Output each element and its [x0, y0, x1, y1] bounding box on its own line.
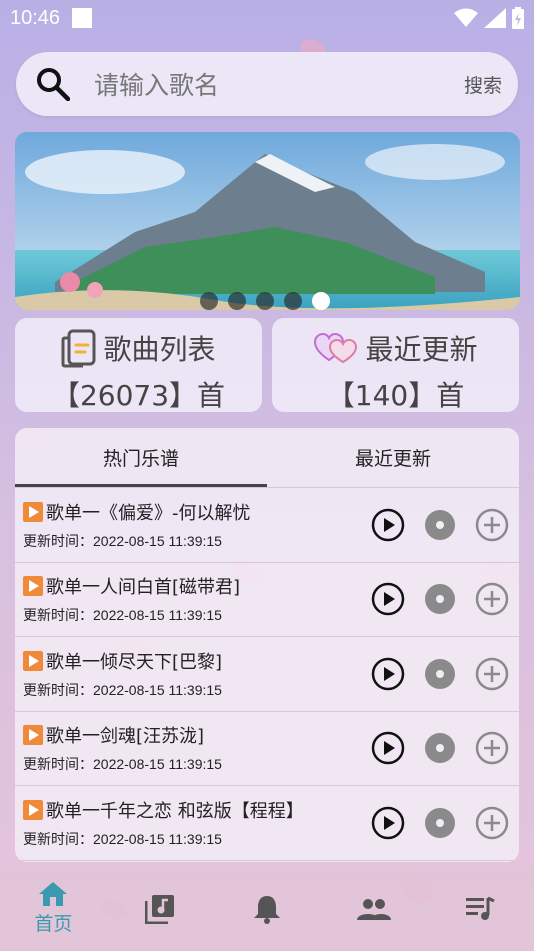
song-list-label: 歌曲列表	[103, 333, 216, 366]
play-tag-icon	[23, 725, 43, 746]
nav-playlist[interactable]	[427, 866, 534, 951]
song-list-count: 【26073】首	[51, 379, 226, 412]
wifi-icon	[454, 8, 478, 27]
tab-bar: 热门乐谱 最近更新	[15, 428, 519, 488]
music-library-icon	[145, 894, 175, 924]
song-title: 歌单一千年之恋 和弦版【程程】	[46, 800, 304, 822]
hearts-icon	[314, 332, 358, 364]
status-bar: 10:46	[0, 0, 534, 36]
banner-carousel[interactable]	[15, 132, 520, 310]
bell-icon	[253, 895, 280, 924]
song-title: 歌单一倾尽天下[巴黎]	[46, 651, 223, 673]
banner-indicator	[200, 292, 330, 310]
recent-update-card[interactable]: 最近更新 【140】首	[272, 318, 519, 412]
play-circle-icon[interactable]	[371, 657, 405, 691]
list-item[interactable]: 歌单一《偏爱》-何以解忧 更新时间：2022-08-15 11:39:15	[15, 488, 519, 563]
song-list-card[interactable]: 歌曲列表 【26073】首	[15, 318, 262, 412]
search-button[interactable]: 搜索	[464, 71, 502, 98]
tab-recent-updates[interactable]: 最近更新	[267, 428, 519, 487]
list-item[interactable]: 歌单一倾尽天下[巴黎] 更新时间：2022-08-15 11:39:15	[15, 637, 519, 712]
disc-icon[interactable]	[423, 731, 457, 765]
play-circle-icon[interactable]	[371, 806, 405, 840]
search-input[interactable]: 请输入歌名	[94, 66, 464, 102]
recent-update-label: 最近更新	[365, 333, 478, 366]
add-circle-icon[interactable]	[475, 731, 509, 765]
home-icon	[39, 882, 68, 906]
disc-icon[interactable]	[423, 657, 457, 691]
add-circle-icon[interactable]	[475, 657, 509, 691]
banner-image	[15, 132, 520, 310]
signal-icon	[484, 8, 506, 28]
banner-dot[interactable]	[284, 292, 302, 310]
play-tag-icon	[23, 799, 43, 820]
add-circle-icon[interactable]	[475, 582, 509, 616]
nav-music-library[interactable]	[107, 866, 214, 951]
play-circle-icon[interactable]	[371, 731, 405, 765]
notification-icon	[72, 8, 93, 28]
score-list-panel: 热门乐谱 最近更新 歌单一《偏爱》-何以解忧 更新时间：2022-08-15 1…	[15, 428, 519, 862]
disc-icon[interactable]	[423, 582, 457, 616]
nav-notifications[interactable]	[214, 866, 321, 951]
play-circle-icon[interactable]	[371, 582, 405, 616]
play-circle-icon[interactable]	[371, 508, 405, 542]
play-tag-icon	[23, 576, 43, 597]
recent-update-count: 【140】首	[326, 379, 465, 412]
search-icon[interactable]	[36, 67, 70, 101]
update-time: 更新时间：2022-08-15 11:39:15	[23, 830, 222, 847]
play-tag-icon	[23, 650, 43, 671]
list-item[interactable]: 歌单一千年之恋 和弦版【程程】 更新时间：2022-08-15 11:39:15	[15, 786, 519, 861]
update-time: 更新时间：2022-08-15 11:39:15	[23, 756, 222, 773]
status-time: 10:46	[10, 6, 61, 29]
nav-home-label: 首页	[34, 913, 73, 935]
play-tag-icon	[23, 501, 43, 522]
update-time: 更新时间：2022-08-15 11:39:15	[23, 681, 222, 698]
song-title: 歌单一剑魂[汪苏泷]	[46, 726, 205, 748]
update-time: 更新时间：2022-08-15 11:39:15	[23, 607, 222, 624]
playlist-icon	[465, 896, 495, 920]
list-item[interactable]: 歌单一剑魂[汪苏泷] 更新时间：2022-08-15 11:39:15	[15, 712, 519, 786]
banner-dot[interactable]	[256, 292, 274, 310]
battery-icon	[512, 7, 524, 29]
document-icon	[61, 329, 96, 368]
bottom-nav: 首页	[0, 866, 534, 951]
nav-home[interactable]: 首页	[0, 866, 107, 951]
search-bar[interactable]: 请输入歌名 搜索	[16, 52, 518, 116]
add-circle-icon[interactable]	[475, 508, 509, 542]
banner-dot-active[interactable]	[312, 292, 330, 310]
nav-community[interactable]	[320, 866, 427, 951]
song-title: 歌单一人间白首[磁带君]	[46, 577, 241, 599]
disc-icon[interactable]	[423, 806, 457, 840]
add-circle-icon[interactable]	[475, 806, 509, 840]
disc-icon[interactable]	[423, 508, 457, 542]
list-item[interactable]: 歌单一人间白首[磁带君] 更新时间：2022-08-15 11:39:15	[15, 563, 519, 637]
tab-hot-scores[interactable]: 热门乐谱	[15, 428, 267, 487]
banner-dot[interactable]	[228, 292, 246, 310]
people-icon	[356, 898, 391, 920]
update-time: 更新时间：2022-08-15 11:39:15	[23, 532, 222, 549]
banner-dot[interactable]	[200, 292, 218, 310]
song-title: 歌单一《偏爱》-何以解忧	[46, 502, 251, 524]
